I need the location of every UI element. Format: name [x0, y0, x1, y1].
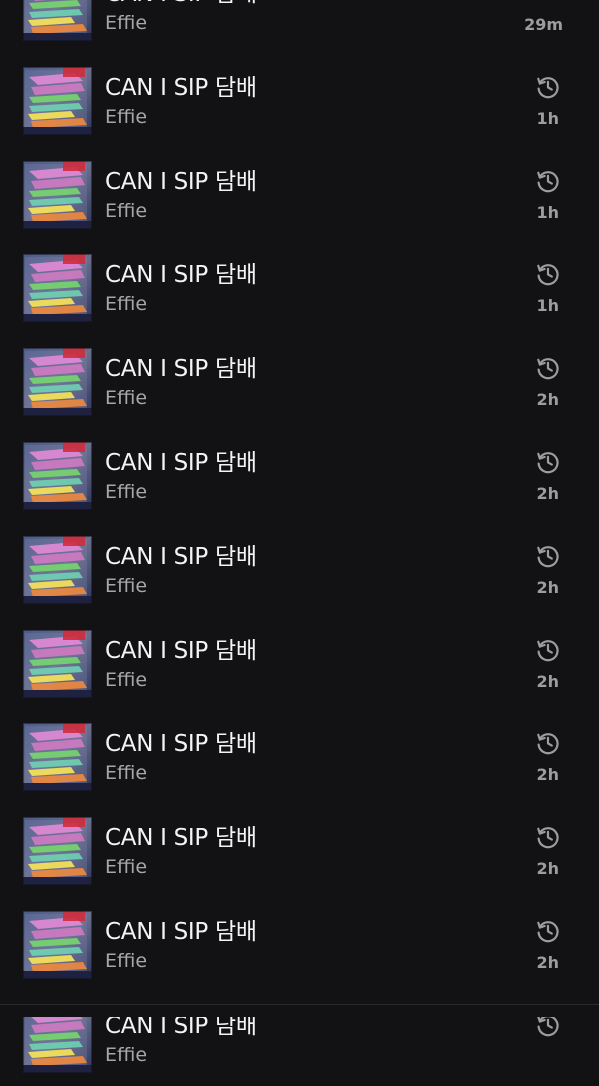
- track-title: CAN I SIP 담배: [105, 825, 257, 852]
- track-title: CAN I SIP 담배: [105, 731, 257, 758]
- history-icon[interactable]: [535, 261, 561, 287]
- artist-name: Effie: [105, 1043, 148, 1066]
- track-title: CAN I SIP 담배: [105, 0, 257, 8]
- track-title: CAN I SIP 담배: [105, 637, 257, 664]
- artist-name: Effie: [105, 762, 148, 785]
- bottom-bar: [0, 1005, 599, 1017]
- artist-name: Effie: [105, 199, 148, 222]
- album-art: [23, 817, 92, 886]
- list-item[interactable]: CAN I SIP 담배 Effie 2h: [0, 710, 599, 804]
- history-icon[interactable]: [535, 543, 561, 569]
- artist-name: Effie: [105, 668, 148, 691]
- album-art: [23, 66, 92, 135]
- album-art: [23, 254, 92, 323]
- played-time: 29m: [524, 15, 563, 34]
- list-item[interactable]: CAN I SIP 담배 Effie 2h: [0, 523, 599, 617]
- history-icon[interactable]: [535, 918, 561, 944]
- played-time: 2h: [536, 859, 559, 879]
- track-title: CAN I SIP 담배: [105, 543, 257, 570]
- artist-name: Effie: [105, 949, 148, 972]
- history-icon[interactable]: [535, 449, 561, 475]
- track-title: CAN I SIP 담배: [105, 168, 257, 195]
- played-time: 2h: [536, 483, 559, 503]
- played-time: 2h: [536, 765, 559, 785]
- played-time: 2h: [536, 390, 559, 410]
- played-time: 2h: [536, 671, 559, 691]
- track-title: CAN I SIP 담배: [105, 262, 257, 289]
- history-icon[interactable]: [535, 637, 561, 663]
- list-item[interactable]: CAN I SIP 담배 Effie 1h: [0, 241, 599, 335]
- history-icon[interactable]: [535, 168, 561, 194]
- history-icon[interactable]: [535, 355, 561, 381]
- artist-name: Effie: [105, 856, 148, 879]
- list-item[interactable]: CAN I SIP 담배 Effie 29m: [0, 0, 599, 54]
- album-art: [23, 0, 92, 41]
- album-art: [23, 160, 92, 229]
- album-art: [23, 441, 92, 510]
- album-art: [23, 723, 92, 792]
- artist-name: Effie: [105, 480, 148, 503]
- album-art: [23, 629, 92, 698]
- artist-name: Effie: [105, 387, 148, 410]
- track-title: CAN I SIP 담배: [105, 449, 257, 476]
- artist-name: Effie: [105, 12, 148, 34]
- history-icon[interactable]: [535, 730, 561, 756]
- history-icon[interactable]: [535, 74, 561, 100]
- played-time: 1h: [536, 108, 559, 128]
- list-item[interactable]: CAN I SIP 담배 Effie 1h: [0, 54, 599, 148]
- played-time: 1h: [536, 202, 559, 222]
- list-item[interactable]: CAN I SIP 담배 Effie 2h: [0, 429, 599, 523]
- list-item[interactable]: CAN I SIP 담배 Effie 1h: [0, 148, 599, 242]
- track-title: CAN I SIP 담배: [105, 74, 257, 101]
- list-item[interactable]: CAN I SIP 담배 Effie 2h: [0, 617, 599, 711]
- list-item[interactable]: CAN I SIP 담배 Effie 2h: [0, 804, 599, 898]
- listening-history-list: CAN I SIP 담배 Effie 29m CAN I SIP 담배 Effi…: [0, 0, 599, 1086]
- history-icon[interactable]: [535, 824, 561, 850]
- played-time: 2h: [536, 952, 559, 972]
- album-art: [23, 348, 92, 417]
- album-art: [23, 910, 92, 979]
- played-time: 1h: [536, 296, 559, 316]
- played-time: 2h: [536, 577, 559, 597]
- artist-name: Effie: [105, 574, 148, 597]
- list-item[interactable]: CAN I SIP 담배 Effie 2h: [0, 335, 599, 429]
- track-title: CAN I SIP 담배: [105, 356, 257, 383]
- list-item[interactable]: CAN I SIP 담배 Effie 2h: [0, 898, 599, 992]
- artist-name: Effie: [105, 105, 148, 128]
- album-art: [23, 535, 92, 604]
- artist-name: Effie: [105, 293, 148, 316]
- track-title: CAN I SIP 담배: [105, 918, 257, 945]
